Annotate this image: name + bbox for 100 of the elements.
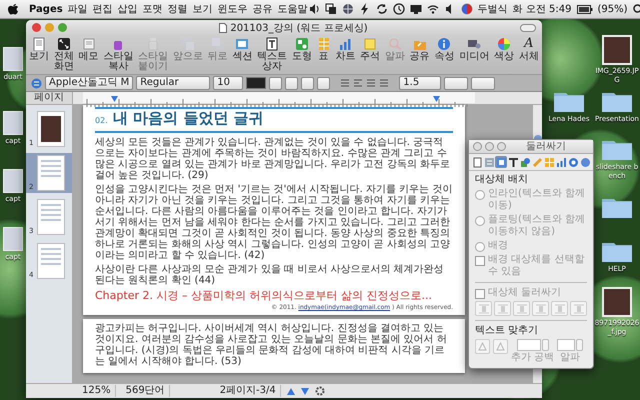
sound-icon[interactable] — [308, 3, 320, 15]
line-spacing-dropdown[interactable]: 1.5 — [399, 76, 442, 90]
pencil-icon — [532, 156, 542, 168]
minimize-button[interactable] — [45, 23, 54, 32]
format-button[interactable] — [269, 76, 282, 90]
menu-item[interactable]: 포맷 — [142, 2, 163, 16]
indent-marker-icon[interactable] — [433, 96, 440, 102]
format-button[interactable] — [317, 76, 330, 90]
section-label: 대상체 배치 — [475, 174, 530, 186]
file-thumbnail[interactable] — [3, 227, 23, 251]
font-dropdown[interactable]: Apple산돌고딕 M — [45, 76, 134, 90]
text-icon — [508, 156, 518, 168]
toolbar-button[interactable]: 속성 — [434, 37, 454, 62]
paragraph: 세상의 모든 것들은 관계가 있습니다. 관계없는 것이 있을 수 없습니다. 궁극적으로는 자이보다는 관계에 주목하는 것이 바람직하지요. 수많은 관계 그리고 수많은 시공으로 열려 있는 관계가 바로 관계망입니다. 우리가 고전 강독의 화두로 걸어 높은 것입니다. (29) — [95, 137, 451, 181]
text-color-swatch[interactable] — [246, 77, 266, 89]
flag-icon[interactable] — [460, 3, 473, 15]
menu-item[interactable]: 정렬 — [168, 2, 188, 16]
toolbar-button[interactable]: 차트 — [335, 37, 356, 62]
align-icon[interactable] — [340, 78, 350, 88]
gear-icon[interactable] — [314, 386, 325, 396]
toolbar-button[interactable]: A 서체 — [518, 37, 539, 62]
align-icon[interactable] — [353, 78, 364, 88]
windows-icon[interactable] — [324, 3, 337, 15]
page-icon — [32, 37, 46, 51]
typeface-dropdown[interactable]: Regular — [136, 76, 210, 90]
toolbar-button[interactable]: 텍스트 상자 — [257, 37, 288, 72]
toolbar-button[interactable]: 도형 — [292, 37, 312, 62]
globe-icon[interactable] — [342, 3, 354, 15]
page-thumbnail[interactable] — [37, 243, 65, 279]
paragraph: 사상이란 다른 사상과의 모순 관계가 있을 때 비로서 사상으로서의 체계가완성된다는 원칙론의 확인 (44) — [95, 264, 445, 286]
bolt-icon[interactable] — [358, 3, 371, 15]
page-thumbnail[interactable] — [37, 155, 65, 191]
window-title: 201103_강의 (워드 프로세싱) — [230, 22, 368, 34]
columns-dropdown[interactable] — [444, 76, 468, 90]
menu-item[interactable]: Pages — [29, 4, 63, 14]
file-thumbnail[interactable] — [3, 111, 23, 135]
toolbar-button[interactable]: 주석 — [360, 37, 380, 62]
align-icon[interactable] — [379, 78, 390, 88]
indent-marker-icon[interactable] — [111, 96, 118, 102]
menu-item[interactable]: 파일 — [68, 2, 88, 16]
wrap-icon — [496, 156, 506, 168]
section-icon — [235, 37, 250, 51]
file-thumbnail[interactable] — [3, 47, 23, 71]
field-label: 알파 — [560, 352, 580, 363]
photo-thumbnail[interactable] — [602, 35, 632, 65]
toolbar-button[interactable]: 전체 화면 — [54, 37, 74, 72]
menu-item[interactable]: 공유 — [252, 2, 273, 16]
wifi-icon[interactable] — [426, 3, 439, 15]
wrap-style-icon — [574, 304, 584, 314]
toolbar-button[interactable]: 보기 — [29, 37, 49, 62]
wrap-style-icon — [498, 304, 508, 314]
display-icon[interactable] — [410, 3, 422, 15]
media-icon — [467, 37, 482, 51]
toolbar-button[interactable]: 섹션 — [232, 37, 252, 62]
shapes-icon — [294, 37, 309, 51]
menu-item[interactable]: 편집 — [92, 2, 113, 16]
apple-icon[interactable] — [8, 3, 18, 15]
format-button[interactable] — [285, 76, 298, 90]
sync-icon[interactable] — [376, 3, 388, 15]
section-label: 텍스트 맞추기 — [475, 325, 540, 337]
down-arrow-icon[interactable] — [300, 388, 309, 394]
format-button[interactable] — [301, 76, 314, 90]
toolbar-button[interactable]: 스타일 복사 — [103, 37, 134, 72]
clock-icon[interactable] — [392, 3, 405, 15]
toolbar-button[interactable]: 표 — [316, 37, 331, 62]
zoom-dropdown[interactable]: 125% — [78, 385, 116, 397]
toolbar-button[interactable]: 미디어 — [459, 37, 490, 62]
info-icon — [437, 37, 452, 51]
toolbar-button[interactable]: 메모 — [78, 37, 99, 62]
color-wheel-icon — [497, 37, 512, 51]
note-icon — [82, 37, 96, 51]
file-thumbnail[interactable] — [3, 169, 23, 193]
menu-item[interactable]: 보기 — [192, 2, 213, 16]
menu-item[interactable]: 윈도우 — [218, 2, 248, 16]
page-icon — [472, 156, 482, 168]
table-icon — [316, 37, 331, 51]
menu-item[interactable]: 도움말 — [278, 2, 308, 16]
input-method[interactable]: 두벌식 — [478, 2, 508, 16]
photo-thumbnail[interactable] — [602, 287, 632, 317]
zoom-button[interactable] — [58, 23, 67, 32]
align-icon[interactable] — [366, 78, 376, 88]
clock[interactable]: 화 오전 5:49 — [512, 2, 572, 16]
toolbar-toggle-button[interactable] — [520, 24, 536, 32]
wrap-style-icon — [478, 304, 488, 314]
list-dropdown[interactable] — [471, 76, 496, 90]
up-arrow-icon[interactable] — [286, 388, 295, 394]
chart-icon — [556, 156, 566, 168]
close-button[interactable] — [32, 23, 41, 32]
jar-icon — [146, 37, 160, 51]
page-thumbnail[interactable] — [37, 111, 65, 147]
chart-icon — [338, 37, 352, 51]
battery-icon[interactable] — [576, 4, 593, 14]
menu-item[interactable]: 삽입 — [118, 2, 138, 16]
size-field[interactable]: 10 — [213, 76, 244, 90]
battery-percent[interactable]: (95%) — [598, 4, 628, 14]
toolbar-button[interactable]: 색상 — [494, 37, 514, 62]
paragraph-style-icon[interactable] — [31, 78, 42, 88]
toolbar-button[interactable]: 공유 — [410, 37, 430, 62]
page-thumbnail[interactable] — [37, 199, 65, 235]
sidebar-header: 페이지 — [26, 92, 73, 104]
